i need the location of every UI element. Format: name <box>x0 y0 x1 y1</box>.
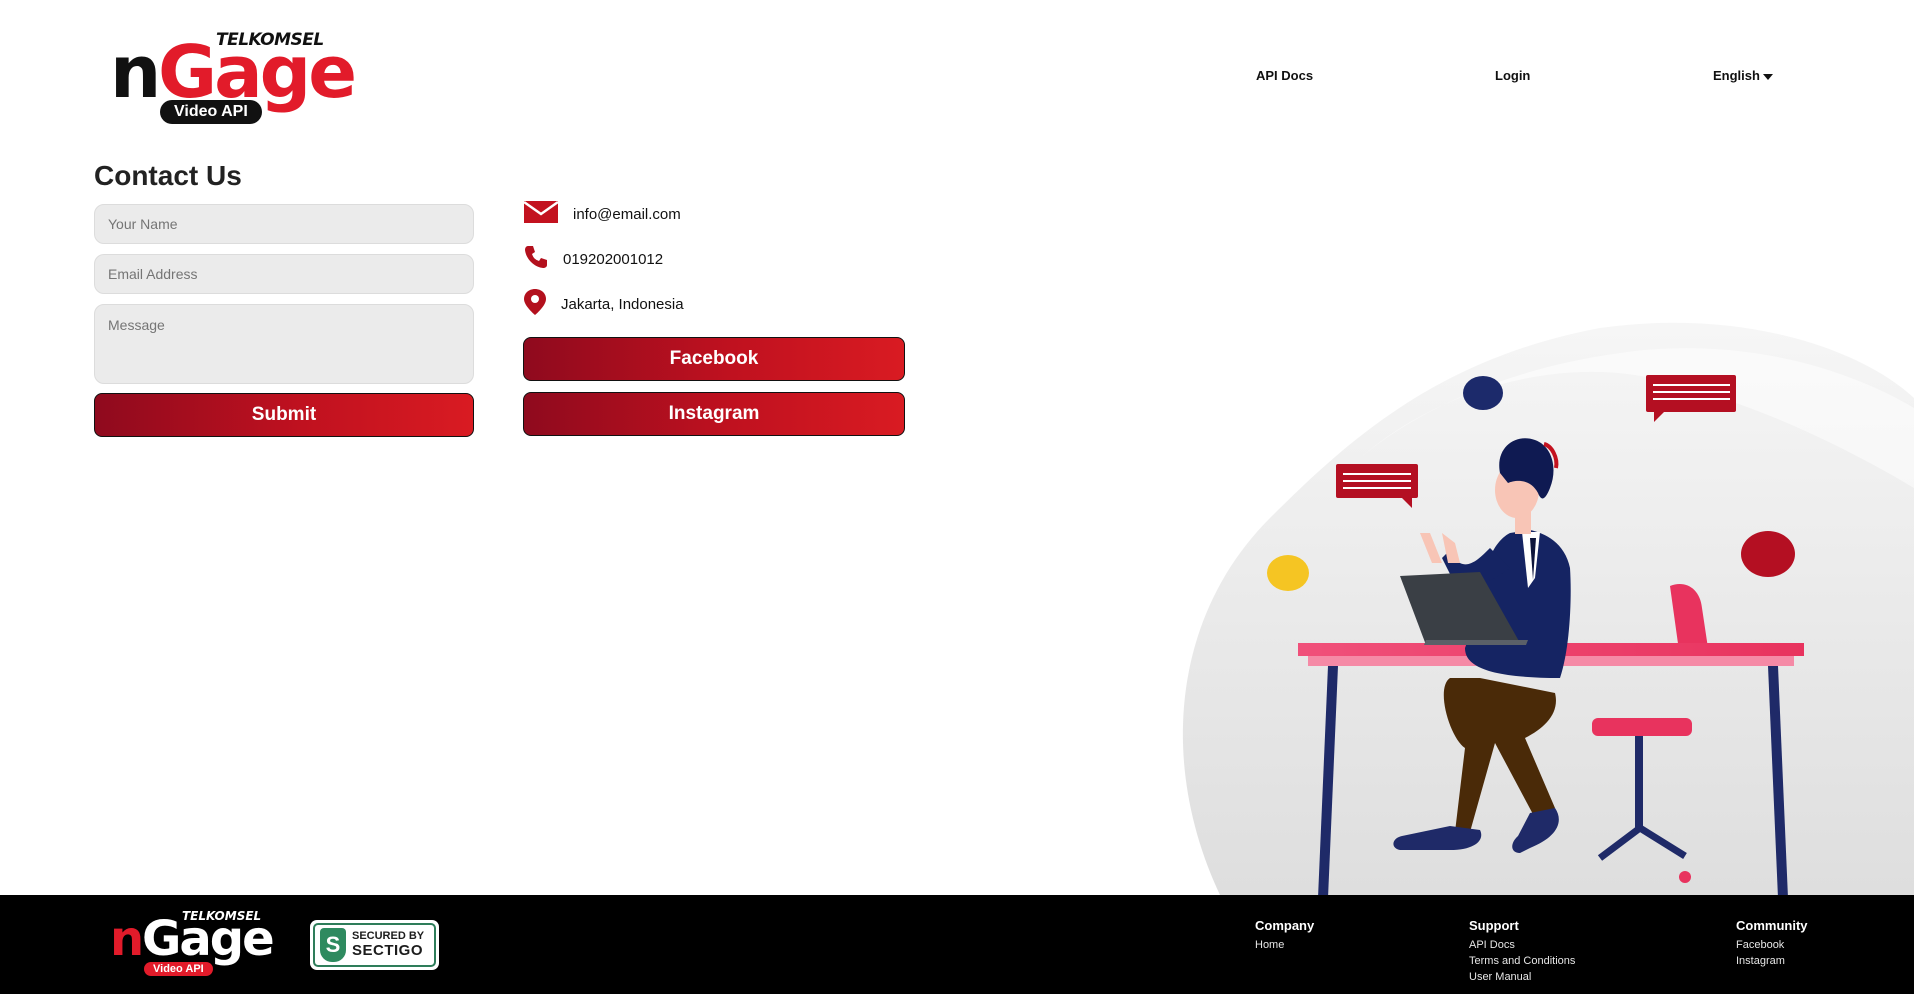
language-label: English <box>1713 68 1760 83</box>
submit-button[interactable]: Submit <box>94 393 474 437</box>
logo-n-letter: n <box>110 30 161 114</box>
dropdown-caret-icon <box>1762 73 1773 80</box>
footer-logo-gage-text: Gage <box>142 911 275 967</box>
ngage-logo[interactable]: TELKOMSEL n Gage Video API <box>110 30 360 130</box>
mail-icon <box>523 200 559 228</box>
footer-ngage-logo[interactable]: TELKOMSEL n Gage Video API <box>110 909 290 979</box>
footer-link-home[interactable]: Home <box>1255 937 1314 953</box>
customer-support-illustration <box>1182 322 1914 898</box>
footer-link-facebook[interactable]: Facebook <box>1736 937 1808 953</box>
contact-phone-text[interactable]: 019202001012 <box>563 251 663 268</box>
footer-support-column: Support API Docs Terms and Conditions Us… <box>1469 918 1575 985</box>
nav-login[interactable]: Login <box>1495 68 1530 83</box>
footer-company-heading: Company <box>1255 918 1315 933</box>
sectigo-badge[interactable]: S SECURED BY SECTIGO <box>310 920 439 970</box>
footer-community-heading: Community <box>1736 918 1808 933</box>
navy-bubble <box>1463 376 1503 410</box>
contact-email-text[interactable]: info@email.com <box>573 206 681 223</box>
contact-phone-row: 019202001012 <box>523 244 663 274</box>
footer-link-terms[interactable]: Terms and Conditions <box>1469 953 1575 969</box>
page-title: Contact Us <box>94 160 242 191</box>
footer-logo-video-api-pill: Video API <box>144 962 213 976</box>
facebook-button[interactable]: Facebook <box>523 337 905 381</box>
sectigo-line2: SECTIGO <box>352 941 424 959</box>
logo-video-api-pill: Video API <box>160 100 262 124</box>
language-selector[interactable]: English <box>1713 68 1773 83</box>
contact-email-row: info@email.com <box>523 200 681 228</box>
email-input[interactable] <box>94 254 474 294</box>
footer-logo-n-letter: n <box>110 911 144 967</box>
nav-api-docs[interactable]: API Docs <box>1256 68 1313 83</box>
location-pin-icon <box>523 288 547 320</box>
footer-link-api-docs[interactable]: API Docs <box>1469 937 1575 953</box>
contact-location-row: Jakarta, Indonesia <box>523 288 684 320</box>
sectigo-shield-icon: S <box>320 928 346 962</box>
footer: TELKOMSEL n Gage Video API S SECURED BY … <box>0 895 1914 994</box>
footer-company-column: Company Home <box>1255 918 1314 953</box>
footer-link-instagram[interactable]: Instagram <box>1736 953 1808 969</box>
footer-community-column: Community Facebook Instagram <box>1736 918 1808 969</box>
yellow-bubble <box>1267 555 1309 591</box>
contact-location-text: Jakarta, Indonesia <box>561 295 684 313</box>
phone-icon <box>523 244 549 274</box>
red-bubble <box>1741 531 1795 577</box>
logo-gage-text: Gage <box>158 30 357 114</box>
footer-link-user-manual[interactable]: User Manual <box>1469 969 1575 985</box>
contact-page: TELKOMSEL n Gage Video API API Docs Logi… <box>0 0 1914 994</box>
name-input[interactable] <box>94 204 474 244</box>
message-input[interactable] <box>94 304 474 384</box>
footer-support-heading: Support <box>1469 918 1519 933</box>
instagram-button[interactable]: Instagram <box>523 392 905 436</box>
